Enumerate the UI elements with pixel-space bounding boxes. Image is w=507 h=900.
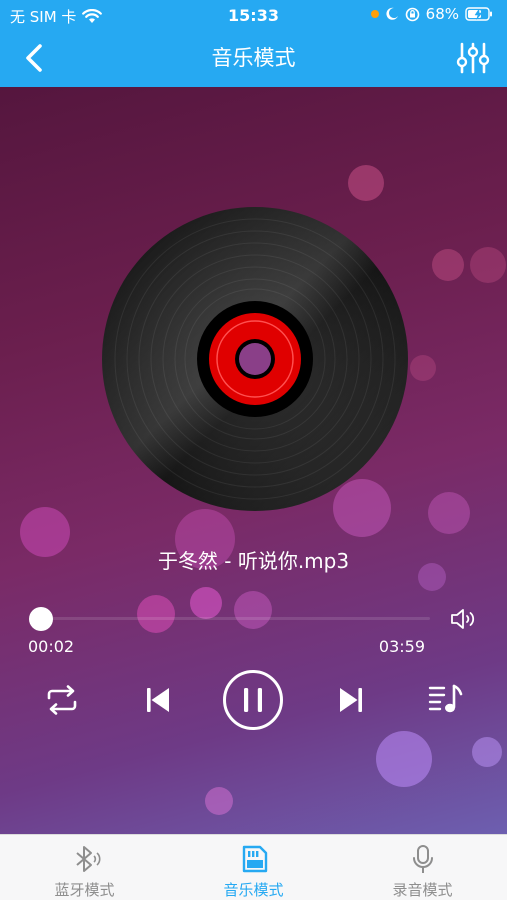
tab-label-music: 音乐模式 [223,881,284,899]
playlist-button[interactable] [428,682,464,716]
page-title: 音乐模式 [211,46,296,70]
tab-label-bluetooth: 蓝牙模式 [54,881,115,899]
battery-percent: 68% [425,5,459,23]
tab-bluetooth-mode[interactable]: 蓝牙模式 [0,835,169,900]
tab-music-mode[interactable]: 音乐模式 [169,835,338,900]
total-time: 03:59 [378,637,425,656]
player-area: 于冬然 - 听说你.mp3 00:02 03:59 [0,87,507,834]
previous-button[interactable] [143,685,173,715]
volume-button[interactable] [450,607,478,631]
equalizer-settings-button[interactable] [455,40,491,76]
microphone-icon [412,845,433,873]
tab-label-record: 录音模式 [392,881,453,899]
current-time: 00:02 [28,637,75,656]
next-button[interactable] [336,685,366,715]
bluetooth-icon [75,846,101,872]
status-bar: 无 SIM 卡 15:33 68% [0,0,507,30]
header: 无 SIM 卡 15:33 68% 音乐模式 [0,0,507,87]
pause-button[interactable] [222,669,284,731]
moon-icon [386,7,398,20]
status-right: 68% [370,5,493,23]
battery-charging-icon [465,7,492,21]
tab-record-mode[interactable]: 录音模式 [338,835,507,900]
progress-knob[interactable] [29,607,53,631]
vinyl-record-disc [102,207,408,511]
sd-card-icon [242,845,267,873]
progress-bar[interactable] [40,617,430,620]
privacy-indicator-dot [370,10,379,18]
orientation-lock-icon [405,7,419,21]
repeat-button[interactable] [44,684,80,716]
bottom-tab-bar: 蓝牙模式 音乐模式 录音模式 [0,834,507,900]
song-title: 于冬然 - 听说你.mp3 [157,549,350,573]
